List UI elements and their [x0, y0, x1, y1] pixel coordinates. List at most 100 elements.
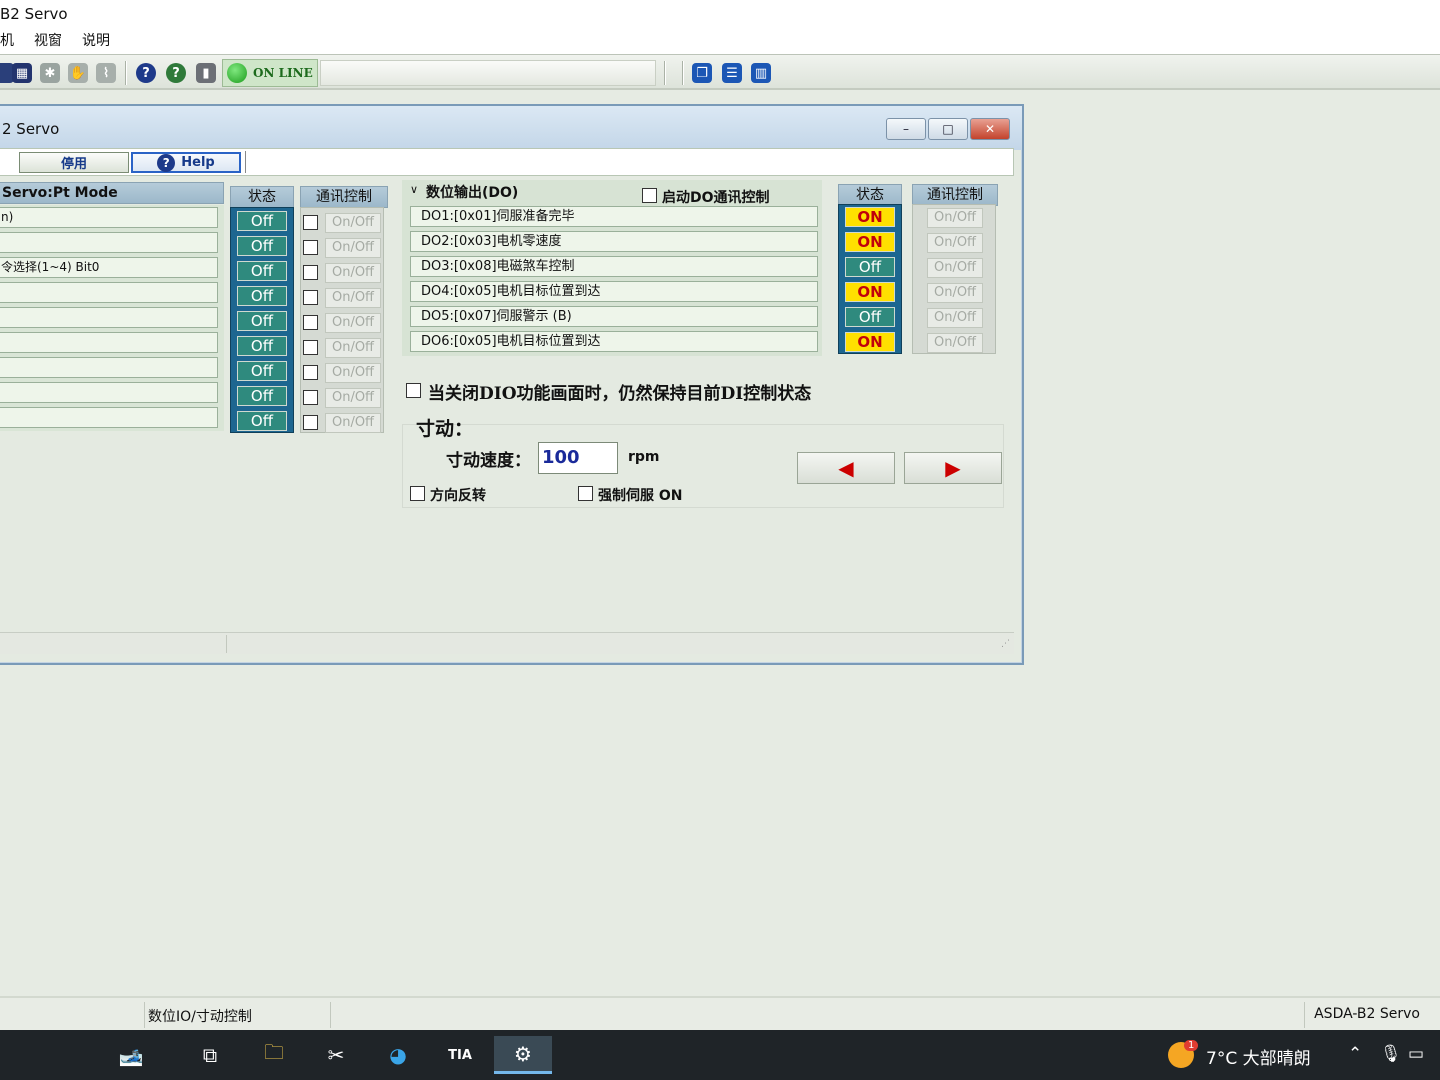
di-state-9: Off: [237, 411, 287, 431]
resize-grip-icon[interactable]: ⋰: [1001, 639, 1010, 649]
weather-badge: 1: [1184, 1040, 1199, 1051]
do-state-column: ON ON Off ON Off ON: [838, 204, 902, 354]
snipping-tool-icon[interactable]: ✂: [314, 1036, 358, 1074]
do-comm-header: 通讯控制: [912, 184, 998, 206]
do-comm-toggle-1[interactable]: On/Off: [927, 208, 983, 228]
di-comm-toggle-4[interactable]: On/Off: [325, 288, 381, 308]
tile-vertical-icon[interactable]: ▥: [751, 63, 771, 83]
keep-di-state-checkbox[interactable]: [406, 383, 421, 398]
do-enable-comm-checkbox[interactable]: [642, 188, 657, 203]
minimize-button[interactable]: –: [886, 118, 926, 140]
jog-right-button[interactable]: ▶: [904, 452, 1002, 484]
di-row-9: [0, 407, 218, 428]
do-state-3: Off: [845, 257, 895, 277]
context-help-icon[interactable]: ?: [166, 63, 186, 83]
di-comm-checkbox-8[interactable]: [303, 390, 318, 405]
di-comm-checkbox-3[interactable]: [303, 265, 318, 280]
di-comm-column: On/Off On/Off On/Off On/Off On/Off On/Of…: [300, 207, 384, 433]
widgets-decoration-icon[interactable]: 🎿: [86, 1036, 176, 1074]
dio-window: 2 Servo – □ ✕ 停用 ? Help Servo:Pt Mode 状态…: [0, 104, 1024, 665]
device-icon[interactable]: ▮: [196, 63, 216, 83]
cascade-windows-icon[interactable]: ❐: [692, 63, 712, 83]
disable-button[interactable]: 停用: [19, 152, 129, 173]
do-row-1: DO1:[0x01]伺服准备完毕: [410, 206, 818, 227]
di-row-6: [0, 332, 218, 353]
tuning-icon[interactable]: ⌇: [96, 63, 116, 83]
di-comm-toggle-6[interactable]: On/Off: [325, 338, 381, 358]
di-comm-toggle-7[interactable]: On/Off: [325, 363, 381, 383]
tia-portal-icon[interactable]: TIA: [438, 1036, 482, 1074]
do-row-4: DO4:[0x05]电机目标位置到达: [410, 281, 818, 302]
di-row-5: [0, 307, 218, 328]
di-comm-checkbox-1[interactable]: [303, 215, 318, 230]
dio-window-title: 2 Servo: [2, 120, 60, 138]
arrow-right-icon: ▶: [945, 456, 961, 480]
do-comm-toggle-3[interactable]: On/Off: [927, 258, 983, 278]
do-comm-toggle-2[interactable]: On/Off: [927, 233, 983, 253]
jog-title: 寸动：: [416, 418, 474, 440]
network-icon[interactable]: ▭: [1408, 1044, 1424, 1064]
di-comm-toggle-8[interactable]: On/Off: [325, 388, 381, 408]
di-row-3: 令选择(1~4) Bit0: [0, 257, 218, 278]
di-row-7: [0, 357, 218, 378]
microphone-icon[interactable]: 🎙: [1380, 1044, 1402, 1064]
di-row-4: [0, 282, 218, 303]
close-button[interactable]: ✕: [970, 118, 1010, 140]
do-comm-toggle-5[interactable]: On/Off: [927, 308, 983, 328]
di-comm-toggle-9[interactable]: On/Off: [325, 413, 381, 433]
di-comm-toggle-2[interactable]: On/Off: [325, 238, 381, 258]
do-header: 数位输出(DO): [426, 185, 519, 201]
gear-tool-icon[interactable]: ✱: [40, 63, 60, 83]
do-state-header: 状态: [838, 184, 902, 206]
task-view-icon[interactable]: ⧉: [188, 1036, 232, 1074]
help-button[interactable]: ? Help: [131, 152, 241, 173]
dio-window-toolbar: 停用 ? Help: [0, 148, 1014, 176]
toolbar-status-field: [320, 60, 656, 86]
main-toolbar: ▦ ✱ ✋ ⌇ ? ? ▮ ON LINE ❐ ☰ ▥: [0, 54, 1440, 90]
help-button-label: Help: [181, 155, 215, 170]
menu-item-window[interactable]: 视窗: [34, 30, 70, 54]
di-state-4: Off: [237, 286, 287, 306]
jog-speed-input[interactable]: 100: [538, 442, 618, 474]
di-state-6: Off: [237, 336, 287, 356]
jog-speed-unit: rpm: [628, 449, 660, 465]
monitor-icon[interactable]: ▦: [12, 63, 32, 83]
dio-window-statusbar: ⋰: [0, 632, 1014, 654]
edge-browser-icon[interactable]: ◕: [376, 1036, 420, 1074]
reverse-direction-label: 方向反转: [430, 488, 486, 504]
di-comm-checkbox-7[interactable]: [303, 365, 318, 380]
reverse-direction-checkbox[interactable]: [410, 486, 425, 501]
di-comm-checkbox-6[interactable]: [303, 340, 318, 355]
asda-soft-taskbar-icon[interactable]: ⚙: [494, 1036, 552, 1074]
di-comm-toggle-5[interactable]: On/Off: [325, 313, 381, 333]
di-comm-checkbox-4[interactable]: [303, 290, 318, 305]
di-comm-toggle-3[interactable]: On/Off: [325, 263, 381, 283]
do-row-2: DO2:[0x03]电机零速度: [410, 231, 818, 252]
help-icon[interactable]: ?: [136, 63, 156, 83]
menu-item-machine[interactable]: 机: [0, 30, 22, 54]
di-comm-toggle-1[interactable]: On/Off: [325, 213, 381, 233]
file-explorer-icon[interactable]: 🗀: [252, 1036, 296, 1074]
force-servo-on-checkbox[interactable]: [578, 486, 593, 501]
di-comm-checkbox-5[interactable]: [303, 315, 318, 330]
tray-chevron-icon[interactable]: ⌃: [1348, 1044, 1362, 1064]
status-right: ASDA-B2 Servo: [1314, 1006, 1420, 1022]
di-state-5: Off: [237, 311, 287, 331]
do-comm-toggle-4[interactable]: On/Off: [927, 283, 983, 303]
menu-item-help[interactable]: 说明: [82, 30, 118, 54]
tile-horizontal-icon[interactable]: ☰: [722, 63, 742, 83]
di-list: n) 令选择(1~4) Bit0: [0, 205, 224, 431]
collapse-chevron-icon[interactable]: ∨: [410, 183, 418, 196]
di-comm-checkbox-2[interactable]: [303, 240, 318, 255]
menu-bar: 机 视窗 说明: [0, 30, 1440, 54]
hand-icon[interactable]: ✋: [68, 63, 88, 83]
di-comm-checkbox-9[interactable]: [303, 415, 318, 430]
jog-left-button[interactable]: ◀: [797, 452, 895, 484]
do-state-2: ON: [845, 232, 895, 252]
help-circle-icon: ?: [157, 153, 176, 172]
di-state-8: Off: [237, 386, 287, 406]
online-label: ON LINE: [253, 66, 313, 80]
restore-button[interactable]: □: [928, 118, 968, 140]
do-comm-toggle-6[interactable]: On/Off: [927, 333, 983, 353]
weather-text[interactable]: 7°C 大部晴朗: [1206, 1044, 1311, 1069]
